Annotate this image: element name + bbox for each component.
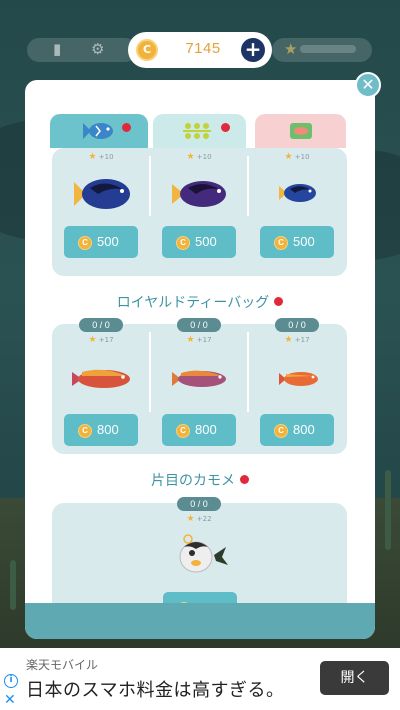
royal-gramma-fish-image: [72, 369, 130, 388]
price: 800: [195, 422, 217, 437]
background-plant: [10, 560, 16, 610]
coin-icon: C: [78, 424, 92, 438]
coin-amount: 7145: [185, 40, 221, 57]
coin-balance: C 7145 +: [128, 32, 272, 68]
xp-progress-bar: [300, 45, 356, 53]
coin-icon: C: [78, 236, 92, 250]
owned-count: 0 / 0: [177, 497, 221, 511]
purple-tang-fish-image: [172, 181, 226, 207]
coin-icon: C: [274, 236, 288, 250]
coin-icon: C: [176, 236, 190, 250]
hud-left-panel: ▮ ⚙: [27, 38, 137, 62]
xp-reward: ★ +22: [186, 514, 212, 524]
buy-button[interactable]: C 500: [260, 226, 334, 258]
tab-plants[interactable]: [153, 114, 246, 148]
coin-icon: C: [136, 39, 158, 61]
shop-row: ★ +10 C 500 ★ +10 C 500 ★ +10 C 500: [52, 148, 347, 276]
owned-count: 0 / 0: [177, 318, 221, 332]
ad-info-icon[interactable]: i: [4, 674, 18, 688]
star-icon: ★: [186, 514, 195, 524]
shop-item-list[interactable]: ★ +10 C 500 ★ +10 C 500 ★ +10 C 500 ロイヤル…: [25, 148, 375, 603]
shop-item: 0 / 0 ★ +17 C 800: [52, 318, 150, 454]
modal-footer: [25, 603, 375, 639]
tab-fish[interactable]: [50, 114, 148, 148]
royal-gramma-variant-fish-image: [172, 370, 226, 387]
ad-headline: 日本のスマホ料金は高すぎる。: [26, 680, 285, 701]
book-icon[interactable]: ▮: [53, 40, 61, 58]
small-gramma-fish-image: [279, 372, 318, 386]
shop-row: 0 / 0 ★ +22 C 1000: [52, 497, 347, 603]
star-icon: ★: [186, 152, 195, 162]
xp-reward: ★ +10: [284, 152, 310, 162]
star-icon: ★: [186, 335, 195, 345]
shop-item: ★ +10 C 500: [150, 148, 248, 276]
buy-button[interactable]: C 500: [162, 226, 236, 258]
price: 800: [293, 422, 315, 437]
star-icon: ★: [88, 152, 97, 162]
buy-button[interactable]: C 1000: [163, 592, 237, 603]
blue-tang-fish-image: [74, 179, 130, 209]
shop-row: 0 / 0 ★ +17 C 800 0 / 0 ★ +17 C 800 0 / …: [52, 318, 347, 454]
small-blue-tang-fish-image: [279, 184, 316, 202]
ad-banner[interactable]: i ✕ 楽天モバイル 日本のスマホ料金は高すぎる。 開く: [0, 648, 400, 710]
one-eyed-seagull-image: [179, 534, 228, 573]
coin-icon: C: [176, 424, 190, 438]
fish-tab-icon: [83, 123, 113, 139]
plant-tab-icon: [183, 123, 211, 139]
section-alert-dot: [240, 475, 249, 484]
price: 500: [293, 234, 315, 249]
shop-item: 0 / 0 ★ +17 C 800: [248, 318, 346, 454]
buy-button[interactable]: C 800: [162, 414, 236, 446]
star-icon: ★: [88, 335, 97, 345]
section-title: 片目のカモメ: [25, 470, 375, 490]
star-icon: ★: [284, 335, 293, 345]
section-title: ロイヤルドティーバッグ: [25, 292, 375, 312]
ad-open-button[interactable]: 開く: [320, 661, 389, 695]
price: 500: [195, 234, 217, 249]
shop-modal: ★ +10 C 500 ★ +10 C 500 ★ +10 C 500 ロイヤル…: [25, 80, 375, 639]
close-modal-button[interactable]: ✕: [355, 72, 381, 98]
xp-reward: ★ +10: [186, 152, 212, 162]
xp-reward: ★ +17: [88, 335, 114, 345]
background-plant: [385, 470, 391, 550]
shop-item: ★ +10 C 500: [248, 148, 346, 276]
owned-count: 0 / 0: [79, 318, 123, 332]
shop-item: ★ +10 C 500: [52, 148, 150, 276]
tab-fish-alert-dot: [122, 123, 131, 132]
section-alert-dot: [274, 297, 284, 306]
star-icon: ★: [284, 152, 293, 162]
buy-button[interactable]: C 800: [260, 414, 334, 446]
add-coins-button[interactable]: +: [241, 38, 265, 62]
price: 800: [97, 422, 119, 437]
buy-button[interactable]: C 800: [64, 414, 138, 446]
price: 500: [97, 234, 119, 249]
gear-icon[interactable]: ⚙: [91, 40, 104, 58]
star-icon: ★: [284, 40, 298, 58]
shop-item: 0 / 0 ★ +17 C 800: [150, 318, 248, 454]
ad-close-icon[interactable]: ✕: [4, 692, 16, 708]
xp-reward: ★ +17: [186, 335, 212, 345]
xp-reward: ★ +10: [88, 152, 114, 162]
tab-plants-alert-dot: [221, 123, 230, 132]
buy-button[interactable]: C 500: [64, 226, 138, 258]
ad-sponsor: 楽天モバイル: [26, 658, 99, 672]
xp-reward: ★ +17: [284, 335, 310, 345]
owned-count: 0 / 0: [275, 318, 319, 332]
shop-item: 0 / 0 ★ +22: [150, 497, 248, 603]
tab-food[interactable]: [255, 114, 346, 148]
coin-icon: C: [274, 424, 288, 438]
food-tab-icon: [290, 123, 312, 139]
